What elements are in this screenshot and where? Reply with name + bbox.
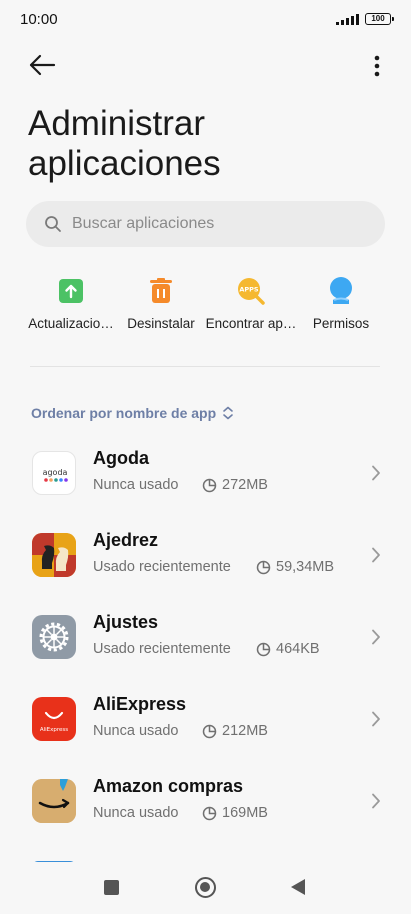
permissions-icon xyxy=(326,276,356,306)
storage-pie-icon xyxy=(202,478,217,492)
app-usage: Usado recientemente xyxy=(93,641,231,657)
page-title: Administrar aplicaciones xyxy=(28,104,221,183)
action-label: Encontrar ap… xyxy=(205,316,297,331)
update-icon xyxy=(56,276,86,306)
action-label: Desinstalar xyxy=(127,316,195,331)
action-label: Permisos xyxy=(312,316,370,331)
chevron-right-icon xyxy=(372,547,380,563)
app-size: 59,34MB xyxy=(256,559,334,575)
home-button[interactable] xyxy=(195,877,216,898)
aliexpress-icon: AliExpress xyxy=(32,697,76,741)
system-back-button[interactable] xyxy=(291,879,305,895)
action-updates[interactable]: Actualizacio… xyxy=(26,276,116,331)
app-usage: Nunca usado xyxy=(93,477,179,493)
list-item[interactable]: Ajedrez Usado recientemente 59,34MB xyxy=(0,530,411,615)
chevron-right-icon xyxy=(372,465,380,481)
app-usage: Usado recientemente xyxy=(93,559,231,575)
app-size-value: 169MB xyxy=(222,805,268,821)
app-size-value: 464KB xyxy=(276,641,320,657)
battery-icon: 100 xyxy=(365,13,394,25)
agoda-icon: agoda xyxy=(32,451,76,495)
trash-icon xyxy=(146,276,176,306)
more-options-button[interactable] xyxy=(365,52,389,80)
list-item[interactable]: Ajustes Usado recientemente 464KB xyxy=(0,612,411,697)
more-vertical-icon xyxy=(374,55,380,77)
action-find-apps[interactable]: APPS Encontrar ap… xyxy=(206,276,296,331)
app-size-value: 272MB xyxy=(222,477,268,493)
search-input[interactable]: Buscar aplicaciones xyxy=(26,201,385,247)
recent-apps-button[interactable] xyxy=(104,880,119,895)
sort-dropdown[interactable]: Ordenar por nombre de app xyxy=(31,405,234,421)
sort-label: Ordenar por nombre de app xyxy=(31,405,217,421)
app-size: 169MB xyxy=(202,805,268,821)
app-size-value: 59,34MB xyxy=(276,559,335,575)
storage-pie-icon xyxy=(202,724,217,738)
app-name: Agoda xyxy=(93,448,149,468)
app-size: 272MB xyxy=(202,477,268,493)
agoda-icon-text: agoda xyxy=(43,468,68,477)
action-permissions[interactable]: Permisos xyxy=(296,276,386,331)
find-apps-icon: APPS xyxy=(236,276,266,306)
arrow-left-icon xyxy=(29,54,56,76)
navigation-bar xyxy=(0,862,411,914)
signal-icon xyxy=(336,13,359,25)
app-usage: Nunca usado xyxy=(93,805,179,821)
apps-icon-text: APPS xyxy=(239,286,259,294)
chevron-right-icon xyxy=(372,629,380,645)
search-icon xyxy=(45,216,61,232)
status-bar: 10:00 100 xyxy=(0,0,411,40)
list-item[interactable]: AliExpress AliExpress Nunca usado 212MB xyxy=(0,694,411,779)
list-item[interactable]: Amazon compras Nunca usado 169MB xyxy=(0,776,411,861)
status-icons: 100 xyxy=(336,13,394,25)
amazon-icon xyxy=(32,779,76,823)
app-name: Amazon compras xyxy=(93,776,244,796)
app-name: Ajedrez xyxy=(93,530,159,550)
status-time: 10:00 xyxy=(20,11,58,28)
action-uninstall[interactable]: Desinstalar xyxy=(116,276,206,331)
chevron-right-icon xyxy=(372,711,380,727)
sort-arrows-icon xyxy=(223,406,233,420)
chevron-right-icon xyxy=(372,793,380,809)
chess-icon xyxy=(32,533,76,577)
quick-actions: Actualizacio… Desinstalar APPS Encontrar… xyxy=(26,276,385,331)
app-name: AliExpress xyxy=(93,694,187,714)
storage-pie-icon xyxy=(202,806,217,820)
settings-gear-icon xyxy=(32,615,76,659)
divider xyxy=(30,366,380,367)
app-name: Ajustes xyxy=(93,612,159,632)
storage-pie-icon xyxy=(256,642,271,656)
aliexpress-icon-text: AliExpress xyxy=(40,727,68,733)
search-placeholder: Buscar aplicaciones xyxy=(72,215,215,232)
app-size: 464KB xyxy=(256,641,320,657)
app-size: 212MB xyxy=(202,723,268,739)
storage-pie-icon xyxy=(256,560,271,574)
back-button[interactable] xyxy=(24,50,60,80)
list-item[interactable]: agoda Agoda Nunca usado 272MB xyxy=(0,448,411,533)
app-size-value: 212MB xyxy=(222,723,268,739)
app-usage: Nunca usado xyxy=(93,723,179,739)
action-label: Actualizacio… xyxy=(28,316,114,331)
